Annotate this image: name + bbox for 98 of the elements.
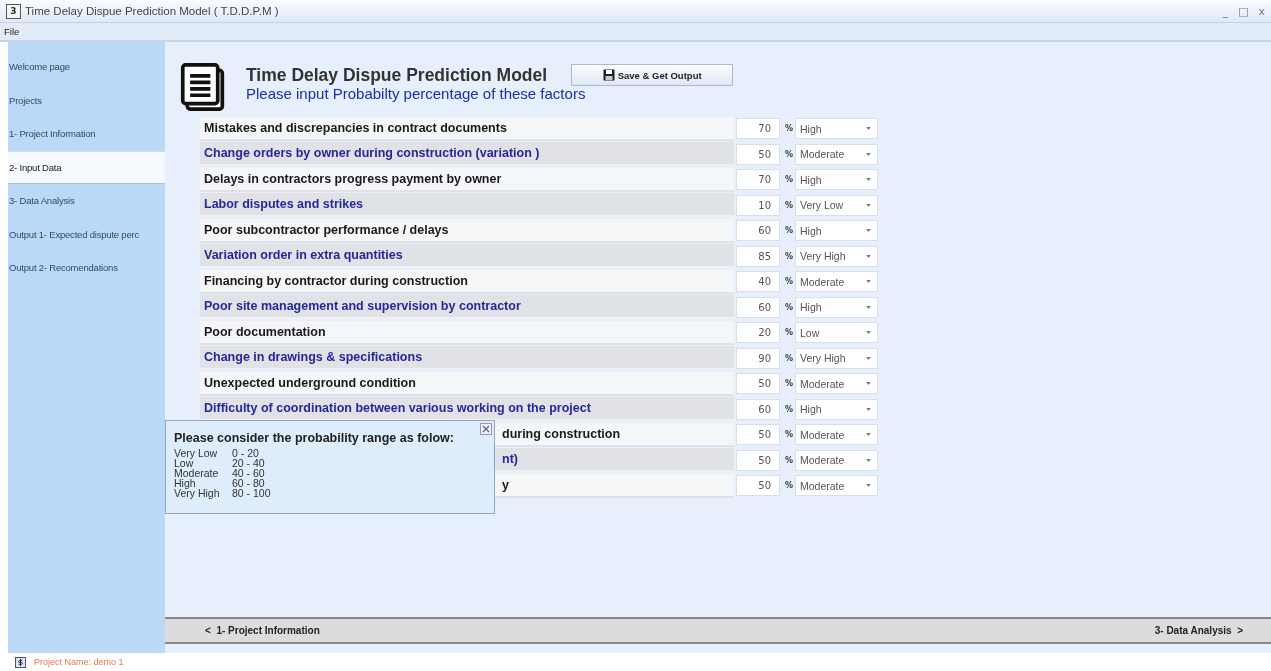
percentage-field[interactable]: 60 [736, 220, 780, 242]
factor-label: Mistakes and discrepancies in contract documents [200, 116, 734, 141]
percentage-field[interactable]: 50 [736, 449, 780, 471]
rating-dropdown[interactable]: High [795, 220, 878, 242]
caret-icon [866, 229, 871, 233]
save-button[interactable]: Save & Get Output [571, 64, 734, 86]
window-title: Time Delay Dispue Prediction Model ( T.D.D.P.M ) [25, 5, 279, 17]
percentage-field[interactable]: 50 [736, 143, 780, 165]
maximize-button[interactable]: □ [1238, 4, 1249, 18]
sidebar-item[interactable]: 1- Project Information [8, 117, 165, 151]
rating-dropdown[interactable]: Moderate [795, 373, 878, 395]
factor-label: Poor subcontractor performance / delays [200, 218, 734, 243]
caret-icon [866, 484, 871, 488]
close-icon[interactable] [480, 423, 492, 435]
rating-dropdown[interactable]: High [795, 398, 878, 420]
factor-label: Variation order in extra quantities [200, 244, 734, 269]
percent-sign: % [785, 226, 794, 236]
percent-sign: % [785, 481, 794, 491]
document-icon [180, 62, 226, 112]
sidebar-item[interactable]: Output 1- Expected dispute perc [8, 217, 165, 251]
factor-label: Change in drawings & specifications [200, 346, 734, 371]
percent-sign: % [785, 200, 794, 210]
percentage-field[interactable]: 60 [736, 398, 780, 420]
caret-icon [866, 433, 871, 437]
sidebar-item[interactable]: Output 2- Recomendations [8, 251, 165, 285]
rating-dropdown[interactable]: Very High [795, 245, 878, 267]
caret-icon [866, 254, 871, 258]
range-value: 0 - 20 [232, 448, 260, 458]
rating-dropdown[interactable]: Moderate [795, 424, 878, 446]
caret-icon [866, 280, 871, 284]
range-value: 80 - 100 [232, 488, 271, 498]
rating-dropdown[interactable]: High [795, 296, 878, 318]
caret-icon [866, 382, 871, 386]
caret-icon [866, 203, 871, 207]
percentage-field[interactable]: 70 [736, 169, 780, 191]
factor-label: Difficulty of coordination between various working on the project [200, 397, 734, 422]
percentage-field[interactable]: 40 [736, 271, 780, 293]
minimize-button[interactable]: _ [1222, 4, 1229, 18]
rating-dropdown[interactable]: Very High [795, 347, 878, 369]
caret-icon [866, 152, 871, 156]
percent-sign: % [785, 379, 794, 389]
caret-icon [866, 127, 871, 131]
factor-label: Poor documentation [200, 320, 734, 345]
rating-dropdown[interactable]: Moderate [795, 271, 878, 293]
caret-icon [866, 458, 871, 462]
percentage-field[interactable]: 10 [736, 194, 780, 216]
percent-sign: % [785, 302, 794, 312]
percent-sign: % [785, 430, 794, 440]
percentage-field[interactable]: 90 [736, 347, 780, 369]
caret-icon [866, 305, 871, 309]
percent-sign: % [785, 277, 794, 287]
factor-label: Poor site management and supervision by contractor [200, 295, 734, 320]
next-link[interactable]: 3- Data Analysis > [1154, 625, 1243, 636]
app-icon: 3 [6, 3, 21, 19]
menu-item[interactable]: File [4, 26, 20, 37]
percent-sign: % [785, 328, 794, 338]
sidebar-item[interactable]: 2- Input Data [8, 150, 165, 184]
page-subtitle: Please input Probabilty percentage of these factors [246, 85, 587, 102]
percentage-field[interactable]: 50 [736, 475, 780, 497]
caret-icon [866, 407, 871, 411]
rating-dropdown[interactable]: Moderate [795, 143, 878, 165]
percent-sign: % [785, 404, 794, 414]
sidebar-item[interactable]: Welcome page [8, 50, 165, 84]
percentage-field[interactable]: 70 [736, 118, 780, 140]
range-value: 20 - 40 [232, 458, 266, 468]
percent-sign: % [785, 353, 794, 363]
percent-sign: % [785, 124, 794, 134]
percentage-field[interactable]: 60 [736, 296, 780, 318]
rating-dropdown[interactable]: Very Low [795, 194, 878, 216]
project-icon [15, 656, 26, 668]
percentage-field[interactable]: 85 [736, 245, 780, 267]
rating-dropdown[interactable]: High [795, 118, 878, 140]
factor-label: Financing by contractor during construction [200, 269, 734, 294]
caret-icon [866, 178, 871, 182]
page-title: Time Delay Dispue Prediction Model [246, 64, 548, 86]
project-name: Project Name: demo 1 [34, 657, 124, 667]
percent-sign: % [785, 149, 794, 159]
range-value: 60 - 80 [232, 478, 266, 488]
sidebar-item[interactable]: 3- Data Analysis [8, 184, 165, 218]
rating-dropdown[interactable]: Moderate [795, 449, 878, 471]
percentage-field[interactable]: 50 [736, 424, 780, 446]
percentage-field[interactable]: 50 [736, 373, 780, 395]
rating-dropdown[interactable]: Moderate [795, 475, 878, 497]
percent-sign: % [785, 251, 794, 261]
factor-label: Labor disputes and strikes [200, 193, 734, 218]
sidebar-item[interactable]: Projects [8, 83, 165, 117]
rating-dropdown[interactable]: Low [795, 322, 878, 344]
percent-sign: % [785, 455, 794, 465]
factor-label: Delays in contractors progress payment by owner [200, 167, 734, 192]
close-button[interactable]: x [1258, 4, 1265, 18]
percent-sign: % [785, 175, 794, 185]
caret-icon [866, 356, 871, 360]
rating-dropdown[interactable]: High [795, 169, 878, 191]
caret-icon [866, 331, 871, 335]
factor-label: Unexpected underground condition [200, 371, 734, 396]
percentage-field[interactable]: 20 [736, 322, 780, 344]
back-link[interactable]: < 1- Project Information [205, 625, 320, 636]
factor-label: Change orders by owner during construction (variation ) [200, 142, 734, 167]
